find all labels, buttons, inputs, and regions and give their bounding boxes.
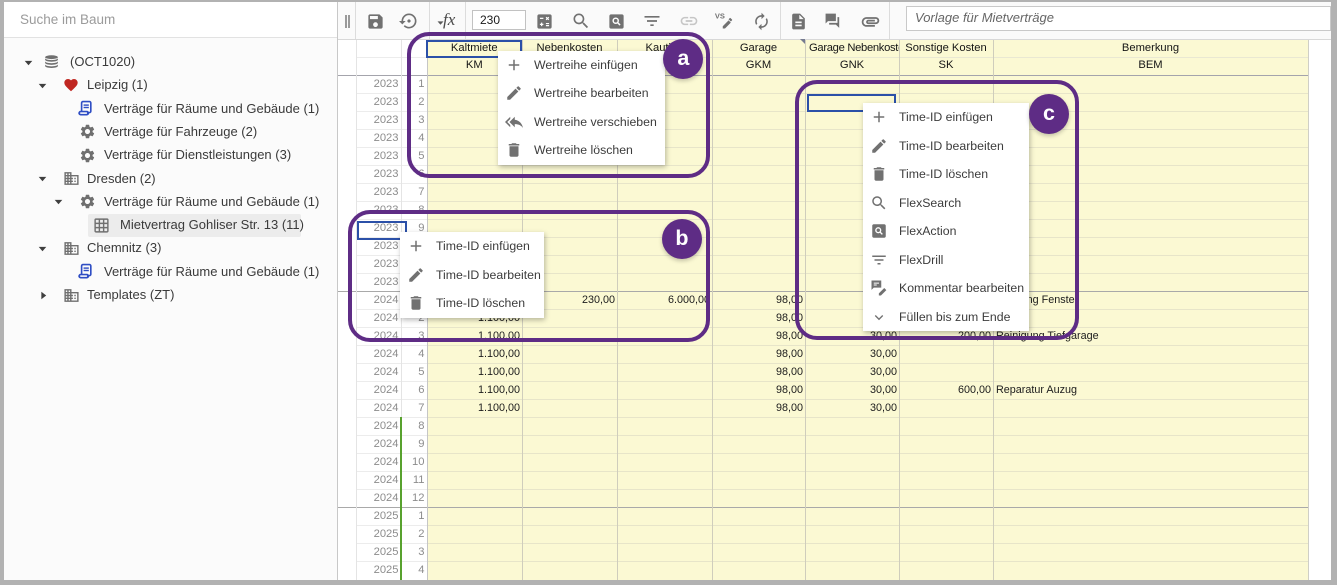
svg-text:VS: VS: [715, 12, 725, 21]
